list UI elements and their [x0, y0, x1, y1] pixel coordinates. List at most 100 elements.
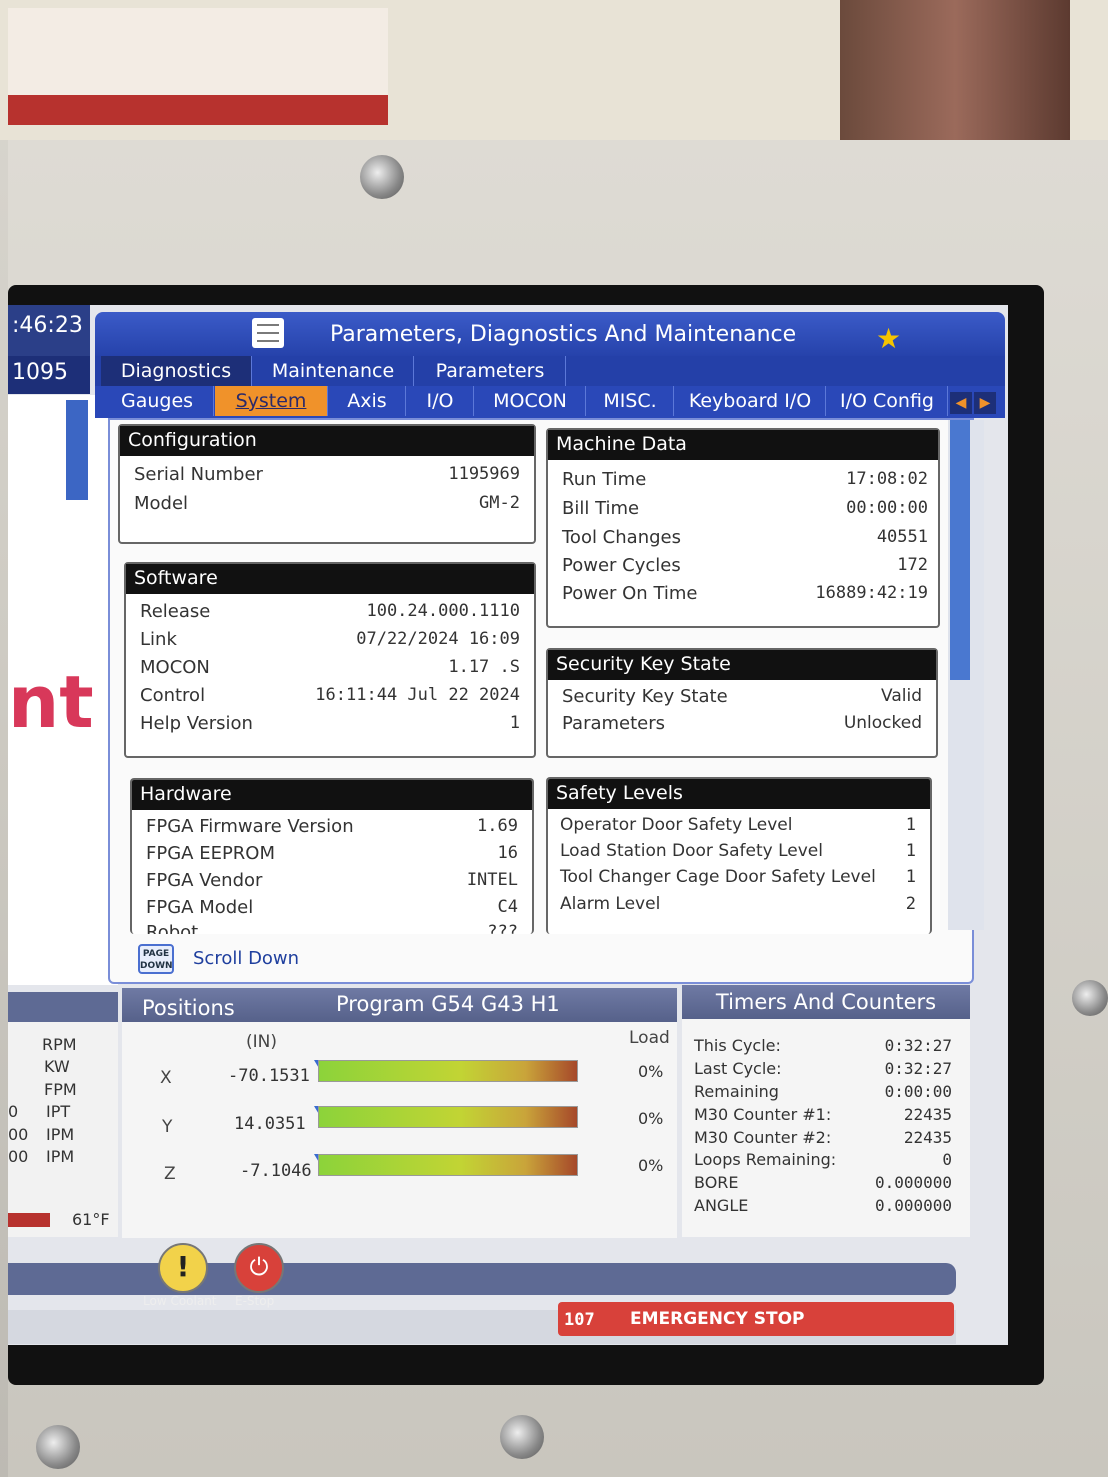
- row-value: 1.17 .S: [448, 657, 520, 677]
- row-label: 0: [942, 1150, 952, 1170]
- row-value: Unlocked: [843, 713, 922, 733]
- estop-icon[interactable]: ⏻: [234, 1243, 284, 1293]
- row-label: DOWN: [140, 961, 173, 971]
- scroll-down-label[interactable]: Scroll Down: [193, 948, 299, 969]
- row-label: 22435: [903, 1104, 952, 1124]
- machine-row: Tool Changes 40551: [562, 527, 928, 548]
- tab-system[interactable]: System: [215, 386, 328, 416]
- coolant-temp-bar: [8, 1213, 50, 1227]
- row-value: 17:08:02: [846, 469, 928, 489]
- software-title: Software: [126, 564, 534, 594]
- time-fragment: :46:23: [12, 313, 83, 338]
- safety-row: Operator Door Safety Level 1: [560, 815, 916, 835]
- row-label: M30 Counter #2:: [694, 1127, 832, 1147]
- row-value: GM-2: [479, 493, 520, 513]
- machine-row: Power Cycles 172: [562, 555, 928, 576]
- main-tab-bar: Diagnostics Maintenance Parameters: [95, 356, 1005, 388]
- row-value: 1: [905, 841, 916, 861]
- row-label: Operator Door Safety Level: [560, 815, 793, 835]
- left-scroll-thumb[interactable]: [66, 400, 88, 500]
- row-label: Last Cycle:: [694, 1058, 782, 1078]
- machine-data-panel: Machine Data Run Time 17:08:02 Bill Time 0…: [546, 428, 940, 628]
- row-label: Tool Changer Cage Door Safety Level: [560, 867, 876, 887]
- axis-y-value: 14.0351: [234, 1114, 306, 1134]
- row-value: 1: [905, 815, 916, 835]
- number-fragment: 1095: [8, 356, 90, 394]
- timer-row: Remaining 0:00:00: [694, 1082, 952, 1105]
- tab-io[interactable]: I/O: [407, 386, 474, 416]
- software-row-control: Control 16:11:44 Jul 22 2024: [140, 685, 520, 706]
- row-label: Tool Changes: [562, 527, 681, 548]
- axis-z-label: Z: [164, 1164, 176, 1184]
- axis-z-load-bar: [318, 1154, 578, 1176]
- row-value: 1.69: [477, 816, 518, 836]
- security-row: Parameters Unlocked: [562, 713, 922, 734]
- row-label: MOCON: [140, 657, 210, 678]
- row-label: Power On Time: [562, 583, 698, 604]
- page-down-button[interactable]: PAGE DOWN: [138, 944, 174, 974]
- row-value: 2: [905, 894, 916, 914]
- red-strip: [8, 95, 388, 125]
- positions-header: Positions Program G54 G43 H1: [122, 988, 677, 1022]
- star-icon[interactable]: ★: [876, 322, 901, 355]
- tab-axis[interactable]: Axis: [329, 386, 406, 416]
- spindle-units: RPM KW FPM 0 IPT 00 IPM 00 IPM: [8, 1035, 77, 1166]
- axis-y-load-bar: [318, 1106, 578, 1128]
- axis-x-load: 0%: [638, 1062, 664, 1081]
- sub-tab-bar: Gauges System Axis I/O MOCON MISC. Keybo…: [95, 386, 1005, 418]
- tab-parameters[interactable]: Parameters: [415, 356, 566, 386]
- menu-icon[interactable]: [252, 318, 284, 348]
- row-label: Alarm Level: [560, 894, 661, 914]
- load-header: Load: [629, 1028, 670, 1048]
- row-label: Loops Remaining:: [694, 1150, 837, 1170]
- config-row-model: Model GM-2: [134, 493, 520, 514]
- estop-label: E-Stop: [235, 1294, 275, 1308]
- alarm-banner[interactable]: 107 EMERGENCY STOP: [558, 1302, 954, 1336]
- hardware-panel: Hardware FPGA Firmware Version 1.69 FPGA …: [130, 778, 534, 934]
- security-key-title: Security Key State: [548, 650, 936, 680]
- hardware-row: Robot???: [146, 922, 518, 934]
- row-label: This Cycle:: [694, 1036, 781, 1055]
- configuration-title: Configuration: [120, 426, 534, 456]
- software-row-link: Link 07/22/2024 16:09: [140, 629, 520, 650]
- screw-icon: [36, 1425, 80, 1469]
- row-label: 0:32:27: [884, 1058, 952, 1078]
- tab-maintenance[interactable]: Maintenance: [253, 356, 414, 386]
- row-value: 172: [897, 555, 928, 575]
- security-row: Security Key State Valid: [562, 686, 922, 707]
- row-value: 40551: [876, 527, 928, 547]
- hardware-row: FPGA Model C4: [146, 897, 518, 918]
- program-label: Program G54 G43 H1: [336, 992, 560, 1016]
- tab-gauges[interactable]: Gauges: [101, 386, 214, 416]
- low-coolant-warning-icon[interactable]: !: [158, 1243, 208, 1293]
- timer-row: Last Cycle: 0:32:27: [694, 1059, 952, 1082]
- scrollbar-thumb[interactable]: [950, 420, 970, 680]
- axis-x-value: -70.1531: [228, 1066, 310, 1086]
- tab-io-config[interactable]: I/O Config: [827, 386, 948, 416]
- timer-row: Loops Remaining: 0: [694, 1150, 952, 1173]
- tab-scroll-right-icon[interactable]: ▶: [974, 392, 996, 414]
- row-value: 16889:42:19: [815, 583, 928, 603]
- row-label: Security Key State: [562, 686, 728, 707]
- tab-mocon[interactable]: MOCON: [475, 386, 586, 416]
- axis-x-load-bar: [318, 1060, 578, 1082]
- row-label: Release: [140, 601, 211, 622]
- tab-scroll-left-icon[interactable]: ◀: [950, 392, 972, 414]
- timer-row: BORE 0.000000: [694, 1173, 952, 1196]
- row-label: Serial Number: [134, 464, 263, 485]
- row-label: 0:00:00: [884, 1081, 952, 1101]
- tab-keyboard-io[interactable]: Keyboard I/O: [675, 386, 826, 416]
- tab-misc[interactable]: MISC.: [587, 386, 674, 416]
- software-row-mocon: MOCON 1.17 .S: [140, 657, 520, 678]
- row-value: Valid: [881, 686, 922, 706]
- coolant-temp: 61°F: [72, 1210, 110, 1229]
- timer-row: This Cycle: 0:32:27: [694, 1036, 952, 1059]
- page-down-icon[interactable]: PAGE DOWN: [138, 944, 174, 974]
- row-label: Help Version: [140, 713, 253, 734]
- row-label: 22435: [903, 1127, 952, 1147]
- machine-row: Run Time 17:08:02: [562, 469, 928, 490]
- row-label: BORE: [694, 1173, 739, 1193]
- axis-z-value: -7.1046: [240, 1161, 312, 1181]
- tab-diagnostics[interactable]: Diagnostics: [101, 356, 252, 386]
- row-label: Load Station Door Safety Level: [560, 841, 823, 861]
